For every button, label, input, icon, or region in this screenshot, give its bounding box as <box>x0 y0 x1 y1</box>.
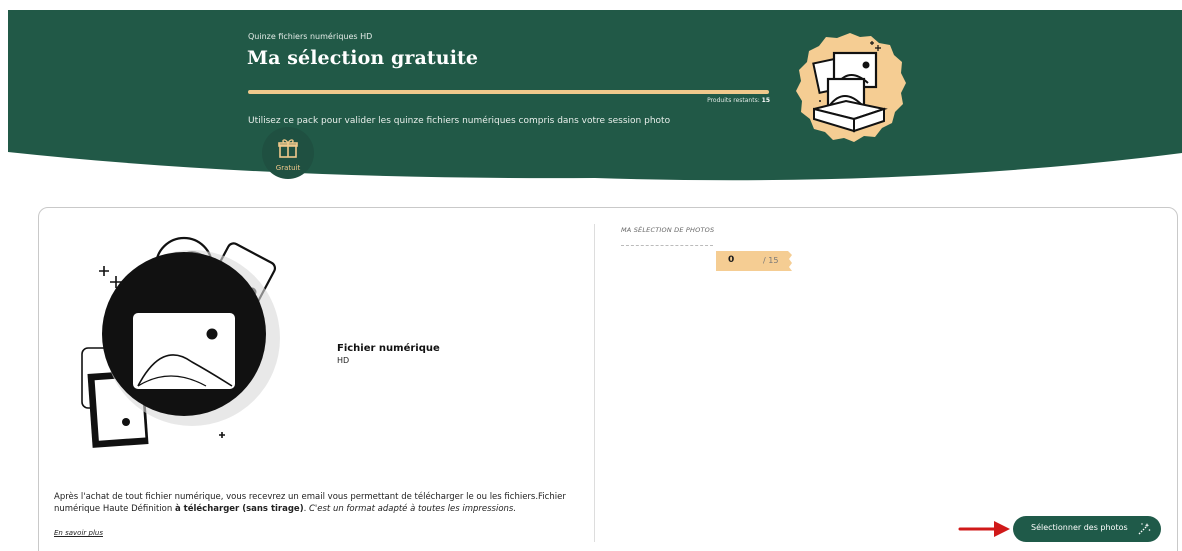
remaining-products: Produits restants: 15 <box>660 97 770 104</box>
product-title: Fichier numérique <box>337 343 440 354</box>
selection-total: / 15 <box>763 256 779 265</box>
hero-banner <box>8 10 1182 185</box>
selection-heading: MA SÉLECTION DE PHOTOS <box>621 226 715 234</box>
product-format: HD <box>337 356 350 365</box>
learn-more-link[interactable]: En savoir plus <box>54 529 103 537</box>
free-badge: Gratuit <box>262 127 314 179</box>
selection-dashed-line <box>621 245 713 246</box>
select-photos-label: Sélectionner des photos <box>1031 523 1128 532</box>
selected-count: 0 <box>728 255 735 265</box>
select-photos-button[interactable]: Sélectionner des photos <box>1013 516 1161 542</box>
description-note: C'est un format adapté à toutes les impr… <box>308 504 517 514</box>
remaining-label: Produits restants: <box>707 97 762 104</box>
magic-wand-icon <box>1138 523 1151 535</box>
selection-counter: 0 / 15 <box>716 251 792 271</box>
pack-description: Utilisez ce pack pour valider les quinze… <box>248 116 671 126</box>
gift-icon <box>278 139 298 158</box>
hero-background <box>8 10 1182 181</box>
photo-box-illustration <box>796 33 906 142</box>
page-title: Ma sélection gratuite <box>247 47 479 69</box>
product-description: Après l'achat de tout fichier numérique,… <box>54 491 594 515</box>
description-emphasis: à télécharger (sans tirage) <box>174 504 304 514</box>
remaining-count: 15 <box>761 97 770 104</box>
red-arrow-icon <box>958 521 1010 537</box>
card-divider <box>594 224 595 542</box>
free-badge-label: Gratuit <box>275 164 301 172</box>
remaining-progress-bar <box>248 90 769 94</box>
digital-file-illustration <box>81 236 280 448</box>
pack-subtitle: Quinze fichiers numériques HD <box>248 32 373 41</box>
